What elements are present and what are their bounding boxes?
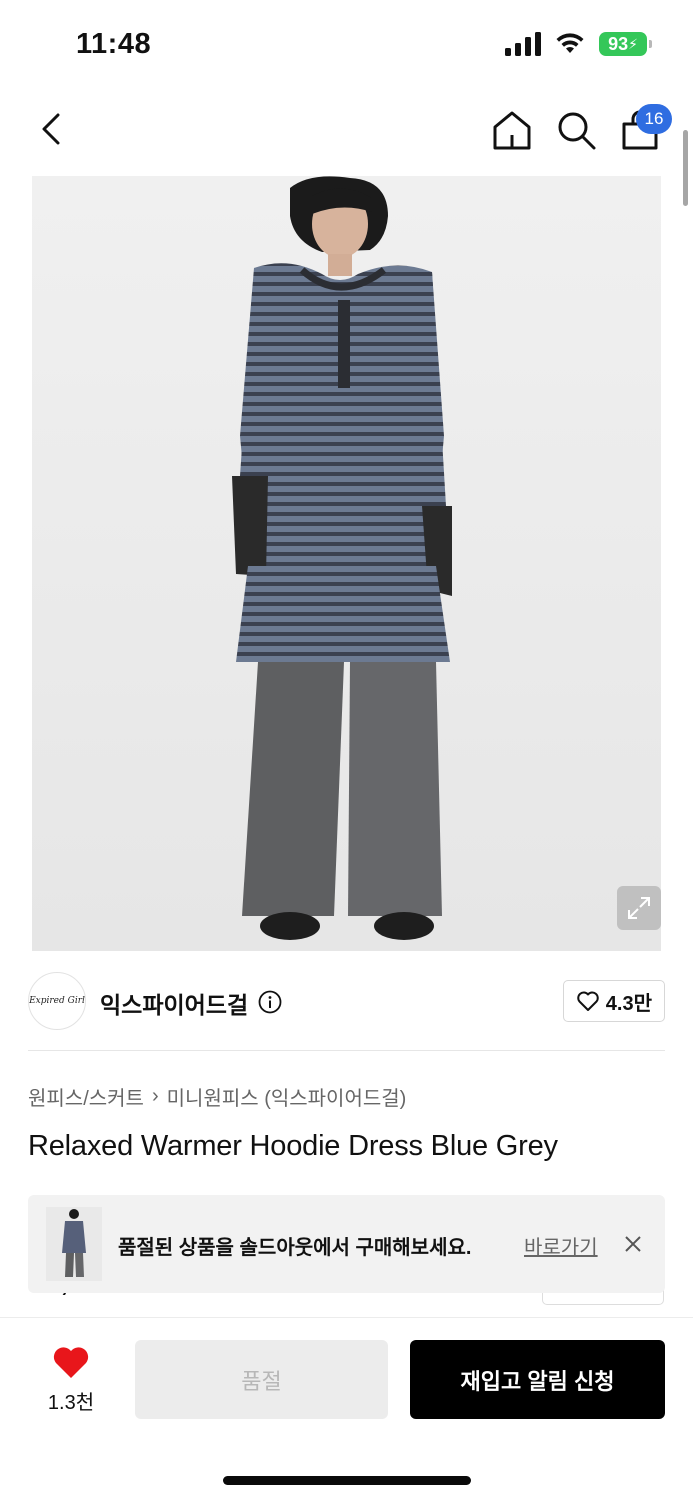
top-nav	[0, 92, 693, 176]
charging-bolt-icon: ⚡	[628, 35, 638, 52]
banner-message: 품절된 상품을 솔드아웃에서 구매해보세요.	[118, 1237, 472, 1259]
back-button[interactable]	[30, 108, 72, 150]
restock-alert-button[interactable]: 재입고 알림 신청	[410, 1340, 665, 1419]
brand-logo[interactable]: Expired Girl	[28, 972, 86, 1030]
brand-logo-text: Expired Girl	[29, 996, 85, 1006]
info-icon[interactable]	[258, 990, 282, 1014]
wishlist-button[interactable]: 1.3천	[34, 1346, 108, 1418]
search-button[interactable]	[554, 108, 598, 152]
status-bar: 11:48 93 ⚡	[0, 0, 693, 92]
close-icon[interactable]	[620, 1231, 646, 1257]
breadcrumb-category[interactable]: 원피스/스커트	[28, 1082, 144, 1111]
status-time: 11:48	[76, 28, 152, 60]
brand-like-button[interactable]: 4.3만	[562, 980, 665, 1022]
battery-icon: 93 ⚡	[599, 32, 652, 56]
bottom-action-bar: 1.3천 품절 재입고 알림 신청	[0, 1317, 693, 1500]
signal-icon	[505, 32, 541, 56]
home-indicator	[223, 1476, 471, 1485]
status-icons: 93 ⚡	[505, 32, 652, 56]
heart-outline-icon	[577, 991, 599, 1011]
cart-count-badge: 16	[636, 104, 672, 134]
banner-thumbnail-image	[46, 1207, 102, 1281]
brand-row: Expired Girl 익스파이어드걸 4.3만	[28, 972, 665, 1032]
soldout-button: 품절	[135, 1340, 388, 1419]
soldout-banner[interactable]: 품절된 상품을 솔드아웃에서 구매해보세요. 바로가기	[28, 1195, 665, 1293]
back-chevron-icon	[42, 113, 60, 145]
product-photo	[32, 176, 661, 951]
heart-filled-icon	[53, 1347, 89, 1378]
brand-name[interactable]: 익스파이어드걸	[100, 986, 248, 1020]
breadcrumb: 원피스/스커트 › 미니원피스 (익스파이어드걸)	[28, 1082, 406, 1111]
expand-icon	[628, 897, 650, 919]
scrollbar[interactable]	[683, 130, 688, 206]
wifi-icon	[556, 33, 584, 53]
battery-level: 93	[608, 33, 629, 54]
product-title: Relaxed Warmer Hoodie Dress Blue Grey	[28, 1130, 558, 1162]
home-button[interactable]	[490, 108, 534, 152]
breadcrumb-separator-icon: ›	[151, 1085, 159, 1107]
product-image[interactable]	[32, 176, 661, 951]
home-icon	[493, 111, 531, 150]
brand-like-count: 4.3만	[605, 992, 652, 1015]
expand-image-button[interactable]	[617, 886, 661, 930]
search-icon	[558, 112, 596, 150]
wishlist-count: 1.3천	[47, 1392, 95, 1414]
divider	[28, 1050, 665, 1051]
breadcrumb-subcategory[interactable]: 미니원피스 (익스파이어드걸)	[167, 1082, 407, 1111]
banner-thumbnail	[46, 1207, 102, 1281]
banner-shortcut-link[interactable]: 바로가기	[524, 1231, 598, 1260]
